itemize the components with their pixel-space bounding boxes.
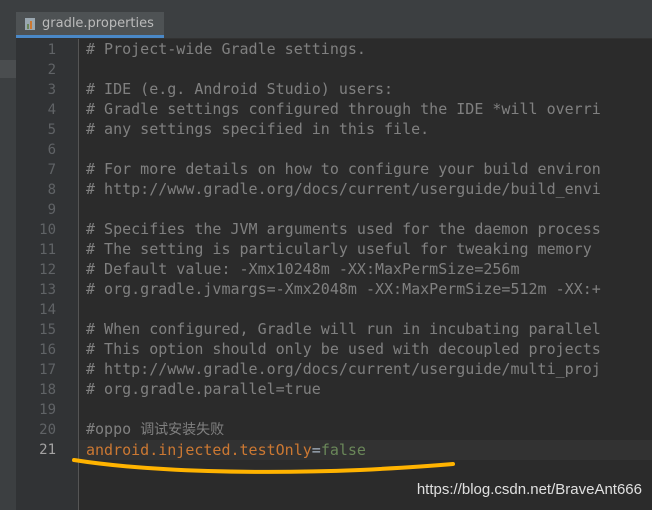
property-equals: = bbox=[311, 441, 321, 459]
line-number: 13 bbox=[39, 282, 56, 298]
code-line[interactable]: # For more details on how to configure y… bbox=[86, 159, 601, 179]
code-line[interactable]: # This option should only be used with d… bbox=[86, 339, 601, 359]
line-number: 10 bbox=[39, 222, 56, 238]
code-line[interactable]: # http://www.gradle.org/docs/current/use… bbox=[86, 179, 601, 199]
line-number: 5 bbox=[47, 122, 56, 138]
code-line-oppo-comment[interactable]: #oppo 调试安装失败 bbox=[86, 419, 224, 440]
comment-prefix: #oppo bbox=[86, 420, 141, 438]
line-number: 14 bbox=[39, 302, 56, 318]
code-line[interactable]: # IDE (e.g. Android Studio) users: bbox=[86, 79, 393, 99]
line-number: 15 bbox=[39, 322, 56, 338]
line-number: 12 bbox=[39, 262, 56, 278]
watermark: https://blog.csdn.net/BraveAnt666 bbox=[416, 481, 642, 498]
code-line[interactable]: # Project-wide Gradle settings. bbox=[86, 39, 366, 59]
property-value: false bbox=[320, 441, 366, 459]
tab-gradle-properties[interactable]: gradle.properties bbox=[16, 12, 164, 38]
code-line[interactable]: # any settings specified in this file. bbox=[86, 119, 429, 139]
line-number: 17 bbox=[39, 362, 56, 378]
line-number: 7 bbox=[47, 162, 56, 178]
code-line[interactable]: # org.gradle.parallel=true bbox=[86, 379, 321, 399]
code-line[interactable]: # Specifies the JVM arguments used for t… bbox=[86, 219, 601, 239]
line-number: 4 bbox=[47, 102, 56, 118]
tool-strip-marker[interactable] bbox=[0, 60, 16, 78]
line-number-current: 21 bbox=[39, 442, 56, 458]
line-number: 19 bbox=[39, 402, 56, 418]
line-number: 2 bbox=[47, 62, 56, 78]
line-number: 16 bbox=[39, 342, 56, 358]
line-number: 18 bbox=[39, 382, 56, 398]
code-line[interactable]: # The setting is particularly useful for… bbox=[86, 239, 601, 259]
line-number-gutter: 1 2 3 4 5 6 7 8 9 10 11 12 13 14 15 16 1… bbox=[16, 39, 79, 510]
code-line[interactable]: # When configured, Gradle will run in in… bbox=[86, 319, 601, 339]
code-line[interactable]: # Gradle settings configured through the… bbox=[86, 99, 601, 119]
chinese-comment: 调试安装失败 bbox=[140, 422, 225, 438]
line-number: 8 bbox=[47, 182, 56, 198]
code-line[interactable]: # Default value: -Xmx10248m -XX:MaxPermS… bbox=[86, 259, 519, 279]
code-line[interactable]: # org.gradle.jvmargs=-Xmx2048m -XX:MaxPe… bbox=[86, 279, 601, 299]
properties-file-icon bbox=[24, 17, 36, 30]
line-number: 20 bbox=[39, 422, 56, 438]
property-key: android.injected.testOnly bbox=[86, 441, 312, 459]
code-line[interactable]: # http://www.gradle.org/docs/current/use… bbox=[86, 359, 601, 379]
line-number: 9 bbox=[47, 202, 56, 218]
left-tool-strip bbox=[0, 38, 16, 510]
line-number: 6 bbox=[47, 142, 56, 158]
line-number: 11 bbox=[39, 242, 56, 258]
editor-tab-bar: gradle.properties bbox=[0, 0, 652, 39]
line-number: 1 bbox=[47, 42, 56, 58]
code-line-testonly[interactable]: android.injected.testOnly=false bbox=[86, 440, 366, 460]
code-editor[interactable]: # Project-wide Gradle settings. # IDE (e… bbox=[79, 39, 652, 510]
tab-label: gradle.properties bbox=[42, 16, 154, 31]
line-number: 3 bbox=[47, 82, 56, 98]
